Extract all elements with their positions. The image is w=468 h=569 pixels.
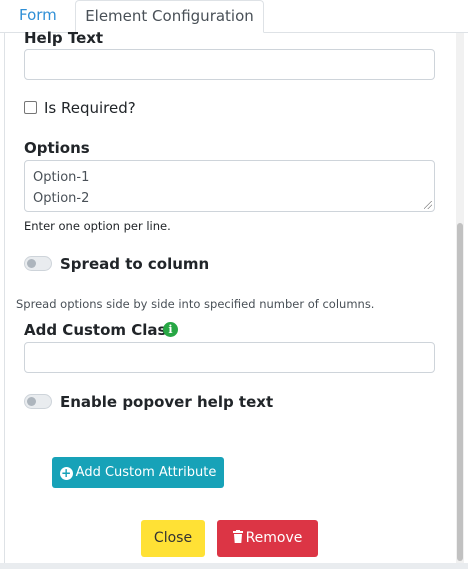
bottom-edge xyxy=(0,563,468,569)
config-window: Form Element Configuration Help Text Is … xyxy=(0,0,468,569)
add-custom-attribute-label: Add Custom Attribute xyxy=(75,465,217,480)
is-required-label[interactable]: Is Required? xyxy=(44,99,136,117)
popover-help-label: Enable popover help text xyxy=(60,393,274,411)
toggle-knob xyxy=(27,397,36,406)
custom-class-label: Add Custom Class xyxy=(24,321,176,339)
scrollbar-thumb[interactable] xyxy=(457,223,463,561)
popover-help-toggle[interactable] xyxy=(24,394,52,409)
tab-bar-overlay xyxy=(0,0,468,33)
add-custom-attribute-button[interactable]: + Add Custom Attribute xyxy=(52,457,224,488)
help-text-input[interactable] xyxy=(24,49,435,80)
spread-hint: Spread options side by side into specifi… xyxy=(16,297,375,311)
is-required-checkbox[interactable] xyxy=(24,101,37,114)
options-textarea[interactable]: Option-1 Option-2 xyxy=(24,160,435,212)
toggle-knob xyxy=(27,259,36,268)
scrollbar[interactable] xyxy=(456,33,464,563)
remove-label: Remove xyxy=(245,530,303,546)
spread-to-column-toggle[interactable] xyxy=(24,256,52,271)
trash-icon xyxy=(232,530,243,543)
options-label: Options xyxy=(24,139,90,157)
close-button[interactable]: Close xyxy=(141,520,205,557)
plus-circle-icon: + xyxy=(59,466,73,480)
options-hint: Enter one option per line. xyxy=(24,219,171,233)
spread-to-column-label: Spread to column xyxy=(60,255,210,273)
option-line: Option-1 xyxy=(33,170,90,185)
info-icon[interactable]: i xyxy=(163,322,178,337)
option-line: Option-2 xyxy=(33,191,90,206)
custom-class-input[interactable] xyxy=(24,342,435,373)
remove-button[interactable]: Remove xyxy=(217,520,318,557)
resize-grip-icon[interactable] xyxy=(424,201,432,209)
